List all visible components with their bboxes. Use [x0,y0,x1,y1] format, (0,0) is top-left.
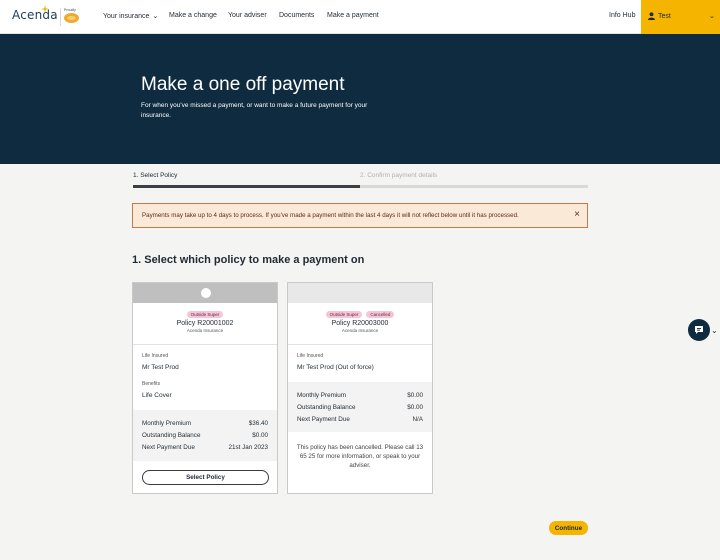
chat-button[interactable] [688,319,710,341]
next-payment-row: Next Payment Due N/A [297,416,423,423]
outstanding-balance-row: Outstanding Balance $0.00 [297,404,423,411]
nav-your-adviser[interactable]: Your adviser [228,12,267,19]
row-value: $0.00 [407,392,423,399]
alert-text: Payments may take up to 4 days to proces… [142,212,519,219]
acenda-logo[interactable]: Acenda [12,8,58,22]
continue-button[interactable]: Continue [549,521,588,535]
step-confirm-payment: 2. Confirm payment details [360,172,438,179]
benefits-label: Benefits [142,381,161,387]
financial-summary: Monthly Premium $36.40 Outstanding Balanc… [133,410,277,461]
user-icon [648,12,655,20]
page-title: Make a one off payment [141,74,345,95]
benefits-value: Life Cover [142,392,172,399]
monthly-premium-row: Monthly Premium $36.40 [142,420,268,427]
processing-alert: Payments may take up to 4 days to proces… [132,203,588,228]
nav-make-a-change[interactable]: Make a change [169,12,217,19]
card-selector-bar [133,283,277,303]
status-badge: Outside Super [186,311,224,318]
page-subtitle: For when you've missed a payment, or wan… [141,102,368,119]
step-select-policy: 1. Select Policy [133,172,178,179]
row-value: $36.40 [248,420,268,427]
nav-your-insurance[interactable]: Your insurance ⌄ [103,12,158,20]
logo-star-icon [41,5,49,13]
policy-card[interactable]: Outside Super Policy R20001002 Acenda In… [132,282,278,494]
nav-label: Your insurance [103,13,150,20]
section-title: 1. Select which policy to make a payment… [132,254,365,266]
badge-group: Outside Super [133,311,277,318]
badge-group: Outside Super Cancelled [288,311,432,318]
status-badge: Outside Super [325,311,363,318]
insurer-name: Acenda Insurance [341,328,379,333]
progress-fill [133,185,360,188]
chevron-down-icon: ⌄ [152,13,159,20]
policy-number: Policy R20003000 [331,320,389,327]
partner-badge-icon [64,13,79,23]
select-policy-button[interactable]: Select Policy [142,470,269,485]
nav-info-hub[interactable]: Info Hub [609,12,635,19]
row-value: $0.00 [407,404,423,411]
chevron-down-icon: ⌄ [709,13,715,20]
financial-summary: Monthly Premium $0.00 Outstanding Balance… [288,382,432,432]
card-selector-bar [288,283,432,303]
logo-divider [60,8,61,26]
cancelled-note: This policy has been cancelled. Please c… [296,444,424,469]
page-hero: Make a one off payment For when you've m… [0,34,720,164]
nav-make-a-payment[interactable]: Make a payment [327,12,379,19]
card-header: Outside Super Cancelled Policy R20003000… [288,303,432,345]
row-label: Monthly Premium [297,392,346,399]
card-header: Outside Super Policy R20001002 Acenda In… [133,303,277,345]
row-label: Outstanding Balance [297,404,356,411]
top-navigation-bar: Acenda Proudly Your insurance ⌄ Make a ch… [0,0,720,34]
radio-button[interactable] [201,288,211,298]
close-icon[interactable]: × [574,209,580,220]
partner-logo: Proudly [64,8,84,23]
policy-number: Policy R20001002 [176,320,234,327]
policy-card-cancelled: Outside Super Cancelled Policy R20003000… [287,282,433,494]
monthly-premium-row: Monthly Premium $0.00 [297,392,423,399]
insurer-name: Acenda Insurance [186,328,224,333]
row-label: Monthly Premium [142,420,191,427]
row-value: $0.00 [252,432,268,439]
outstanding-balance-row: Outstanding Balance $0.00 [142,432,268,439]
nav-documents[interactable]: Documents [279,12,314,19]
next-payment-row: Next Payment Due 21st Jan 2023 [142,444,268,451]
row-value: N/A [412,416,424,423]
life-insured-label: Life Insured [142,353,169,359]
row-value: 21st Jan 2023 [228,444,268,451]
life-insured-value: Mr Test Prod [142,364,179,371]
cancelled-badge: Cancelled [366,311,395,318]
life-insured-label: Life Insured [297,353,324,359]
chat-icon [695,326,703,334]
partner-text: Proudly [64,8,76,12]
row-label: Next Payment Due [297,416,350,423]
user-menu[interactable]: Test ⌄ [641,0,720,34]
chevron-down-icon[interactable]: ⌄ [711,326,718,335]
row-label: Next Payment Due [142,444,195,451]
life-insured-value: Mr Test Prod (Out of force) [297,364,374,371]
row-label: Outstanding Balance [142,432,201,439]
user-name: Test [658,13,671,20]
